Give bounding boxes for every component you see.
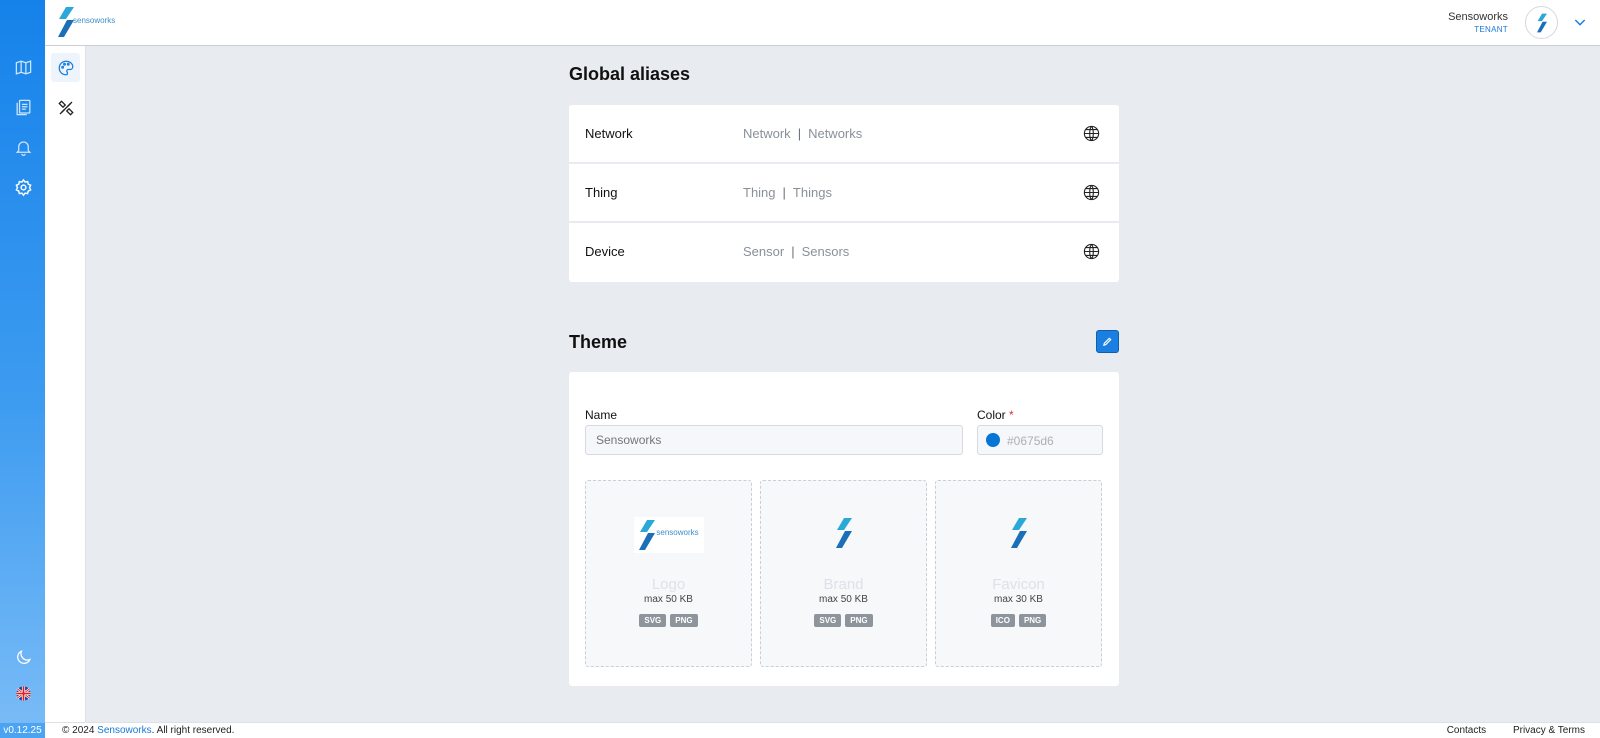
- sensoworks-logo-icon: [639, 520, 656, 550]
- alias-separator: |: [797, 126, 802, 141]
- brand-logo[interactable]: sensoworks: [57, 6, 115, 38]
- logo-preview-wordmark: sensoworks: [656, 527, 699, 537]
- tenant-label: TENANT: [1474, 25, 1508, 34]
- alias-singular: Sensor: [743, 244, 785, 259]
- globe-icon[interactable]: [1082, 242, 1101, 261]
- brand-upload[interactable]: Brand max 50 KB SVG PNG: [760, 480, 927, 667]
- app-version: v0.12.25: [0, 723, 45, 738]
- format-badges: ICO PNG: [936, 614, 1101, 627]
- main-nav-rail: v0.12.25: [0, 0, 45, 738]
- required-marker: *: [1009, 408, 1014, 422]
- chevron-down-icon[interactable]: [1572, 14, 1588, 30]
- tenant-info[interactable]: Sensoworks TENANT: [1448, 11, 1508, 34]
- copyright: © 2024 Sensoworks. All right reserved.: [62, 725, 234, 736]
- main-content: Global aliases Network Network | Networks …: [569, 64, 1119, 686]
- brand-wordmark: sensoworks: [73, 15, 116, 25]
- color-field[interactable]: #0675d6: [977, 425, 1103, 455]
- upload-name: Favicon: [992, 576, 1045, 593]
- favicon-preview: [1010, 517, 1028, 549]
- upload-size: max 50 KB: [644, 594, 693, 605]
- favicon-upload[interactable]: Favicon max 30 KB ICO PNG: [935, 480, 1102, 667]
- theme-subnav-button[interactable]: [51, 53, 80, 82]
- alias-row-thing: Thing Thing | Things: [569, 164, 1119, 223]
- format-badge: PNG: [845, 614, 873, 627]
- copyright-prefix: © 2024: [62, 725, 98, 736]
- theme-card: Name Color * #0675d6 sensoworks Logo max…: [569, 372, 1119, 686]
- footer: © 2024 Sensoworks. All right reserved. C…: [45, 722, 1600, 738]
- sensoworks-brand-icon: [835, 518, 852, 548]
- alias-values: Sensor | Sensors: [743, 244, 849, 259]
- tools-subnav-button[interactable]: [51, 93, 80, 122]
- format-badge: ICO: [990, 614, 1015, 627]
- alias-plural: Things: [792, 185, 832, 200]
- catalog-nav-button[interactable]: [9, 93, 37, 121]
- gear-icon: [14, 178, 32, 196]
- tenant-name: Sensoworks: [1448, 11, 1508, 23]
- global-aliases-title: Global aliases: [569, 64, 691, 84]
- palette-icon: [58, 60, 73, 75]
- pencil-icon: [1103, 337, 1112, 346]
- alias-singular: Network: [743, 126, 791, 141]
- format-badges: SVG PNG: [586, 614, 751, 627]
- alias-row-device: Device Sensor | Sensors: [569, 223, 1119, 282]
- settings-nav-button[interactable]: [9, 173, 37, 201]
- theme-title: Theme: [569, 332, 628, 352]
- logo-preview: sensoworks: [633, 517, 704, 553]
- upload-name: Logo: [651, 576, 686, 593]
- top-header: sensoworks Sensoworks TENANT: [45, 0, 1600, 46]
- alias-label: Network: [585, 126, 633, 141]
- format-badge: SVG: [814, 614, 842, 627]
- moon-icon: [16, 649, 31, 664]
- color-swatch: [986, 433, 1000, 447]
- name-field-label: Name: [585, 408, 618, 422]
- upload-size: max 50 KB: [819, 594, 868, 605]
- map-nav-button[interactable]: [9, 53, 37, 81]
- copyright-suffix: . All right reserved.: [151, 725, 235, 736]
- sensoworks-favicon-icon: [1010, 518, 1027, 548]
- brand-preview: [835, 517, 853, 549]
- format-badge: SVG: [639, 614, 667, 627]
- language-button[interactable]: [9, 679, 37, 707]
- tools-icon: [57, 99, 74, 116]
- color-hex-value: #0675d6: [1007, 434, 1054, 448]
- dark-mode-toggle[interactable]: [9, 643, 37, 671]
- format-badge: PNG: [670, 614, 698, 627]
- privacy-link[interactable]: Privacy & Terms: [1513, 725, 1585, 736]
- upload-name: Brand: [823, 576, 864, 593]
- footer-links: Contacts Privacy & Terms: [1423, 725, 1585, 736]
- tenant-avatar-icon: [1536, 13, 1547, 32]
- alias-singular: Thing: [743, 185, 776, 200]
- color-field-label: Color *: [977, 408, 1014, 422]
- alias-plural: Sensors: [801, 244, 850, 259]
- global-aliases-card: Network Network | Networks Thing Thing | Thi…: [569, 105, 1119, 282]
- notifications-nav-button[interactable]: [9, 133, 37, 161]
- alias-label: Thing: [585, 185, 618, 200]
- logo-upload[interactable]: sensoworks Logo max 50 KB SVG PNG: [585, 480, 752, 667]
- format-badges: SVG PNG: [761, 614, 926, 627]
- map-icon: [15, 59, 31, 75]
- alias-values: Thing | Things: [743, 185, 832, 200]
- alias-row-network: Network Network | Networks: [569, 105, 1119, 164]
- alias-label: Device: [585, 244, 625, 259]
- avatar[interactable]: [1525, 6, 1558, 39]
- format-badge: PNG: [1018, 614, 1047, 627]
- company-link[interactable]: Sensoworks: [97, 725, 151, 736]
- upload-size: max 30 KB: [994, 594, 1043, 605]
- name-field[interactable]: [585, 425, 963, 455]
- uk-flag-icon: [15, 685, 31, 701]
- globe-icon[interactable]: [1082, 124, 1101, 143]
- edit-theme-button[interactable]: [1096, 330, 1119, 353]
- catalog-icon: [16, 99, 30, 115]
- alias-plural: Networks: [808, 126, 863, 141]
- contacts-link[interactable]: Contacts: [1447, 725, 1486, 736]
- bell-icon: [15, 140, 31, 156]
- globe-icon[interactable]: [1082, 183, 1101, 202]
- alias-values: Network | Networks: [743, 126, 862, 141]
- color-label-text: Color: [977, 408, 1006, 422]
- settings-subnav: [45, 46, 86, 722]
- alias-separator: |: [791, 244, 795, 259]
- alias-separator: |: [782, 185, 786, 200]
